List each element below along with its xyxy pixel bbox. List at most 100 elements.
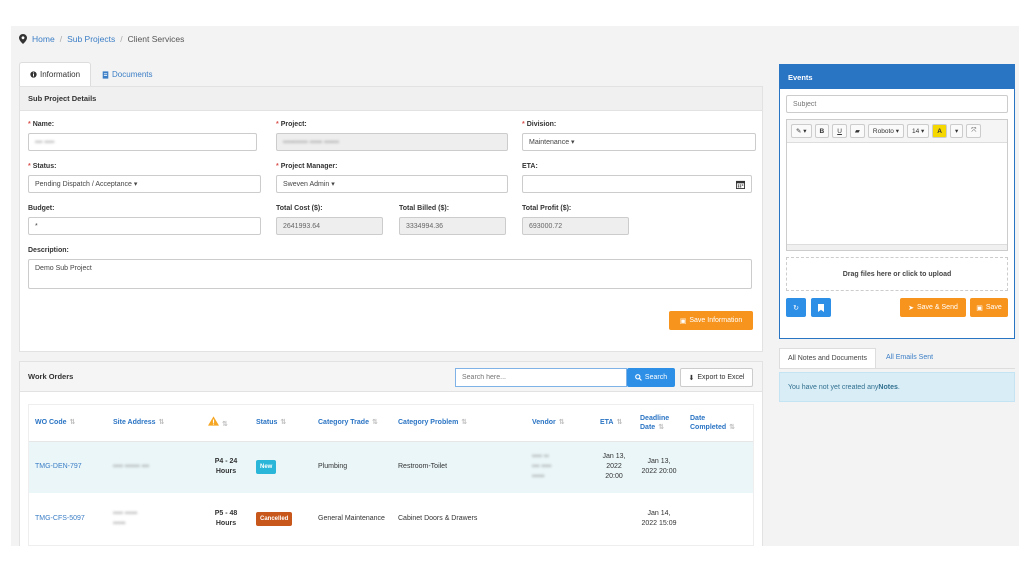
status-select[interactable]: Pending Dispatch / Acceptance ▾ bbox=[28, 175, 261, 193]
category-problem: Restroom-Toilet bbox=[398, 463, 448, 471]
save-icon: ▣ bbox=[679, 317, 687, 325]
name-input[interactable]: ▪▪▪ ▪▪▪▪ bbox=[28, 133, 257, 151]
sub-project-details-panel: Sub Project Details * Name: ▪▪▪ ▪▪▪▪ * P… bbox=[19, 86, 763, 352]
events-panel: Events ✎ ▾ B U ▰ Roboto ▾ 14 ▾ A ▾ ⤧ bbox=[779, 64, 1015, 339]
category-trade: Plumbing bbox=[318, 463, 348, 471]
download-icon: ⬇ bbox=[688, 374, 695, 382]
work-orders-search-input[interactable] bbox=[455, 368, 627, 387]
bold-button[interactable]: B bbox=[814, 124, 830, 138]
col-vendor[interactable]: Vendor ⇅ bbox=[526, 405, 594, 442]
rich-text-editor: ✎ ▾ B U ▰ Roboto ▾ 14 ▾ A ▾ ⤧ bbox=[786, 119, 1008, 251]
col-category-trade[interactable]: Category Trade ⇅ bbox=[312, 405, 392, 442]
editor-toolbar: ✎ ▾ B U ▰ Roboto ▾ 14 ▾ A ▾ ⤧ bbox=[787, 120, 1007, 143]
events-save-button[interactable]: ▣ Save bbox=[970, 298, 1008, 317]
page: Home / Sub Projects / Client Services In… bbox=[11, 26, 1019, 546]
eta-date: Jan 13, 2022 20:00 bbox=[602, 453, 626, 481]
eta-input[interactable] bbox=[522, 175, 752, 193]
caret-down-icon: ▾ bbox=[571, 139, 575, 146]
col-wo-code[interactable]: WO Code ⇅ bbox=[29, 405, 107, 442]
priority: P4 - 24 Hours bbox=[214, 458, 238, 476]
project-label: * Project: bbox=[276, 121, 307, 128]
project-manager-select[interactable]: Sweven Admin ▾ bbox=[276, 175, 508, 193]
tab-documents[interactable]: Documents bbox=[91, 62, 163, 86]
total-billed-value: 3334994.36 bbox=[399, 217, 506, 235]
font-size-select[interactable]: 14 ▾ bbox=[906, 124, 930, 138]
color-dropdown-button[interactable]: ▾ bbox=[949, 124, 964, 138]
table-row[interactable]: TMG-CFS-5097 ▪▪▪▪ ▪▪▪▪▪ ▪▪▪▪▪ P5 - 48 Hou… bbox=[29, 493, 753, 545]
site-address: ▪▪▪▪ ▪▪▪▪▪ ▪▪▪▪▪ bbox=[113, 510, 138, 527]
fullscreen-icon[interactable]: ⤧ bbox=[966, 124, 982, 138]
division-select[interactable]: Maintenance ▾ bbox=[522, 133, 756, 151]
tab-all-emails[interactable]: All Emails Sent bbox=[876, 348, 943, 368]
breadcrumb-separator: / bbox=[59, 34, 63, 44]
editor-body[interactable] bbox=[787, 143, 1007, 229]
deadline-date: Jan 14, 2022 15:09 bbox=[641, 510, 677, 527]
division-label: * Division: bbox=[522, 121, 557, 128]
save-and-send-button[interactable]: ➤ Save & Send bbox=[900, 298, 966, 317]
col-deadline-date[interactable]: Deadline Date ⇅ bbox=[634, 405, 684, 442]
bookmark-icon bbox=[818, 303, 824, 312]
col-status[interactable]: Status ⇅ bbox=[250, 405, 312, 442]
col-date-completed[interactable]: Date Completed ⇅ bbox=[684, 405, 753, 442]
calendar-icon[interactable] bbox=[736, 180, 745, 189]
eraser-icon[interactable]: ▰ bbox=[849, 124, 865, 138]
bookmark-button[interactable] bbox=[811, 298, 831, 317]
breadcrumb-sub-projects-link[interactable]: Sub Projects bbox=[67, 34, 115, 44]
search-icon bbox=[635, 374, 642, 381]
deadline-date: Jan 13, 2022 20:00 bbox=[641, 458, 677, 476]
col-category-problem[interactable]: Category Problem ⇅ bbox=[392, 405, 526, 442]
wo-code-link[interactable]: TMG-DEN-797 bbox=[35, 463, 82, 470]
search-button[interactable]: Search bbox=[627, 368, 675, 387]
total-profit-label: Total Profit ($): bbox=[522, 205, 572, 212]
project-input[interactable]: ▪▪▪▪▪▪▪▪▪▪ ▪▪▪▪▪ ▪▪▪▪▪▪ bbox=[276, 133, 508, 151]
work-orders-table: WO Code ⇅ Site Address ⇅ ⇅ Status ⇅ Categor… bbox=[29, 405, 753, 545]
magic-wand-icon[interactable]: ✎ ▾ bbox=[791, 124, 812, 138]
col-eta[interactable]: ETA ⇅ bbox=[594, 405, 634, 442]
underline-button[interactable]: U bbox=[832, 124, 847, 138]
budget-input[interactable]: * bbox=[28, 217, 261, 235]
status-badge: New bbox=[256, 460, 277, 475]
refresh-icon: ↻ bbox=[793, 304, 799, 312]
wo-code-link[interactable]: TMG-CFS-5097 bbox=[35, 515, 85, 522]
breadcrumb-current: Client Services bbox=[127, 34, 185, 44]
budget-label: Budget: bbox=[28, 205, 55, 212]
font-family-select[interactable]: Roboto ▾ bbox=[867, 124, 904, 138]
table-row[interactable]: TMG-DEN-797 ▪▪▪▪ ▪▪▪▪▪▪ ▪▪▪ P4 - 24 Hour… bbox=[29, 441, 753, 493]
events-title: Events bbox=[780, 65, 1014, 89]
tab-documents-label: Documents bbox=[112, 70, 153, 79]
subject-input[interactable] bbox=[786, 95, 1008, 113]
notes-empty-alert: You have not yet created any Notes. bbox=[779, 372, 1015, 402]
save-information-button[interactable]: ▣ Save Information bbox=[669, 311, 753, 330]
col-priority[interactable]: ⇅ bbox=[202, 405, 250, 442]
save-icon: ▣ bbox=[976, 304, 983, 312]
breadcrumb-home-link[interactable]: Home bbox=[32, 34, 55, 44]
refresh-button[interactable]: ↻ bbox=[786, 298, 806, 317]
status-label: * Status: bbox=[28, 163, 57, 170]
priority: P5 - 48 Hours bbox=[214, 510, 238, 527]
info-icon bbox=[30, 71, 37, 78]
col-site-address[interactable]: Site Address ⇅ bbox=[107, 405, 202, 442]
work-orders-table-wrap: WO Code ⇅ Site Address ⇅ ⇅ Status ⇅ Categor… bbox=[28, 404, 754, 546]
upload-dropzone[interactable]: Drag files here or click to upload bbox=[786, 257, 1008, 291]
description-label: Description: bbox=[28, 247, 69, 254]
notes-tab-bar: All Notes and Documents All Emails Sent bbox=[779, 348, 1015, 369]
tab-information[interactable]: Information bbox=[19, 62, 92, 86]
tab-all-notes[interactable]: All Notes and Documents bbox=[779, 348, 876, 368]
name-label: * Name: bbox=[28, 121, 55, 128]
highlight-color-button[interactable]: A bbox=[932, 124, 947, 138]
total-billed-label: Total Billed ($): bbox=[399, 205, 450, 212]
work-orders-panel: Work Orders Search ⬇Export to Excel WO C… bbox=[19, 361, 763, 546]
document-icon bbox=[102, 70, 109, 79]
export-excel-button[interactable]: ⬇ Export to Excel bbox=[680, 368, 753, 387]
total-profit-value: 693000.72 bbox=[522, 217, 629, 235]
category-trade: General Maintenance bbox=[318, 515, 385, 522]
editor-resize-handle[interactable] bbox=[787, 244, 1007, 250]
total-cost-label: Total Cost ($): bbox=[276, 205, 323, 212]
caret-down-icon: ▾ bbox=[133, 181, 138, 188]
work-orders-search-group: Search bbox=[455, 368, 675, 387]
category-problem: Cabinet Doors & Drawers bbox=[398, 515, 478, 522]
tab-information-label: Information bbox=[40, 70, 81, 79]
site-address: ▪▪▪▪ ▪▪▪▪▪▪ ▪▪▪ bbox=[113, 463, 150, 471]
vendor: ▪▪▪▪ ▪▪ ▪▪▪ ▪▪▪▪ ▪▪▪▪▪ bbox=[532, 453, 552, 481]
description-textarea[interactable]: Demo Sub Project bbox=[28, 259, 752, 289]
